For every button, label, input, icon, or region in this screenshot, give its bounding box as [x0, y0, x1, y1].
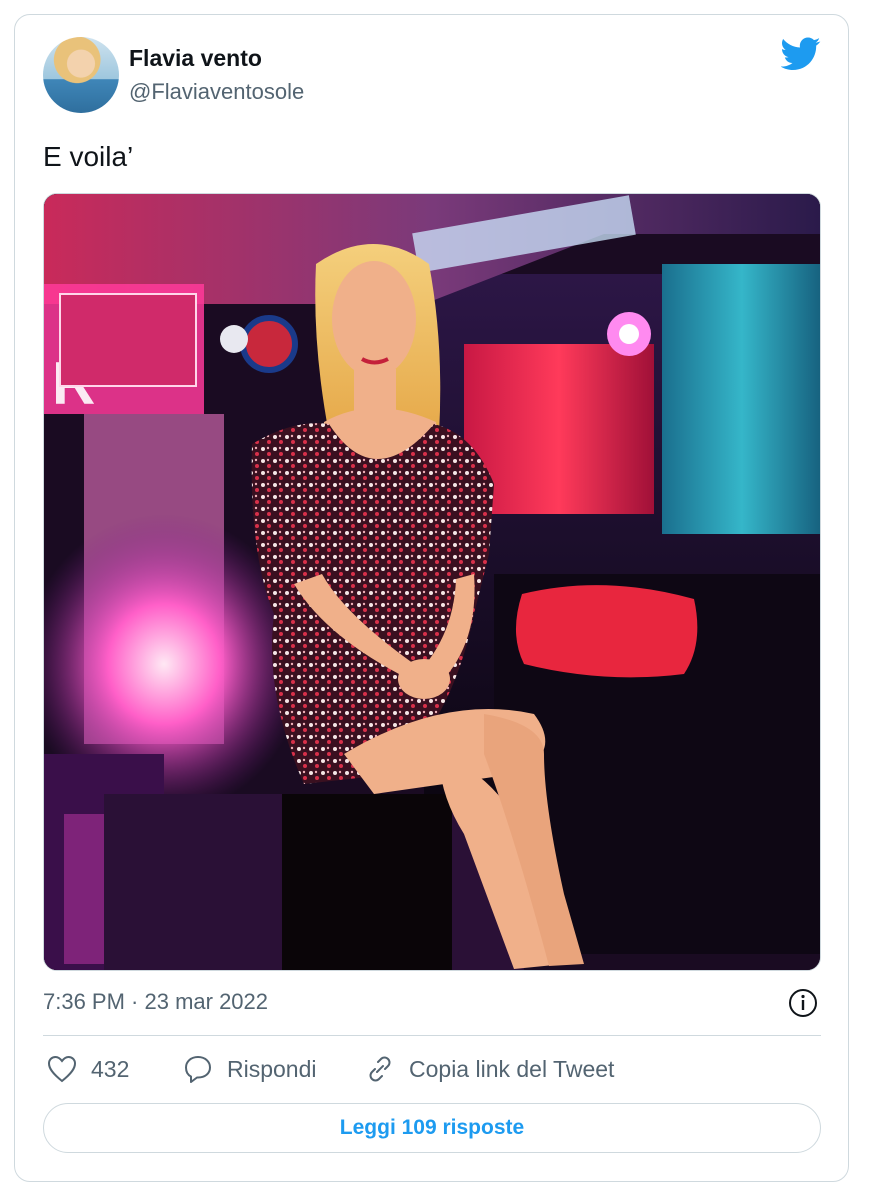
tweet-photo[interactable]: R: [43, 193, 821, 971]
speech-bubble-icon: [185, 1056, 211, 1083]
link-icon: [369, 1056, 391, 1082]
photo-illustration: R: [44, 194, 820, 970]
copy-link-button[interactable]: Copia link del Tweet: [365, 1052, 614, 1086]
tweet-timestamp[interactable]: 7:36 PM · 23 mar 2022: [43, 989, 268, 1015]
display-name[interactable]: Flavia vento: [129, 45, 262, 72]
read-replies-button[interactable]: Leggi 109 risposte: [43, 1103, 821, 1153]
reply-label: Rispondi: [227, 1055, 317, 1082]
avatar[interactable]: [43, 37, 119, 113]
user-handle[interactable]: @Flaviaventosole: [129, 79, 304, 105]
info-icon[interactable]: [788, 988, 818, 1018]
like-button[interactable]: 432: [47, 1052, 129, 1086]
tweet-text: E voila’: [43, 141, 134, 172]
twitter-bird-icon[interactable]: [781, 37, 821, 71]
divider: [43, 1035, 821, 1036]
heart-icon: [47, 1055, 77, 1083]
copy-link-label: Copia link del Tweet: [409, 1055, 615, 1082]
like-count: 432: [91, 1055, 130, 1082]
tweet-card: Flavia vento @Flaviaventosole E voila’ 7…: [14, 14, 849, 1182]
reply-button[interactable]: Rispondi: [183, 1052, 317, 1086]
